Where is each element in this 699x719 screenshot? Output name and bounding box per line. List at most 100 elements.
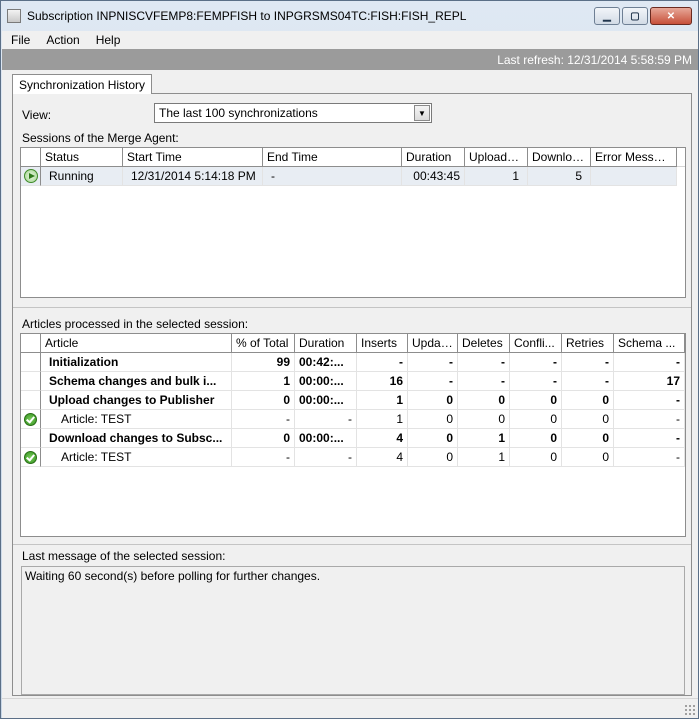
col-article[interactable]: Article — [41, 334, 232, 353]
article-updates: 0 — [408, 391, 458, 410]
col-conflicts[interactable]: Confli... — [510, 334, 562, 353]
article-conflicts: 0 — [510, 391, 562, 410]
session-duration: 00:43:45 — [402, 167, 465, 186]
article-deletes: 0 — [458, 391, 510, 410]
view-label: View: — [22, 108, 52, 122]
col-uploaded[interactable]: Uploade... — [465, 148, 528, 167]
splitter-bottom[interactable] — [13, 544, 691, 548]
col-inserts[interactable]: Inserts — [357, 334, 408, 353]
last-refresh-bar: Last refresh: 12/31/2014 5:58:59 PM — [2, 49, 698, 70]
article-row[interactable]: Article: TEST - - 4 0 1 0 0 - — [21, 448, 685, 467]
article-deletes: 1 — [458, 429, 510, 448]
session-end-time: - — [263, 167, 402, 186]
article-schema: - — [614, 391, 685, 410]
col-retries[interactable]: Retries — [562, 334, 614, 353]
status-bar — [2, 698, 698, 718]
tab-synchronization-history[interactable]: Synchronization History — [12, 74, 153, 94]
session-status: Running — [41, 167, 123, 186]
last-message-label: Last message of the selected session: — [22, 549, 226, 563]
maximize-icon: ▢ — [630, 10, 640, 22]
synchronization-history-panel: View: The last 100 synchronizations ▼ Se… — [12, 93, 692, 696]
article-conflicts: 0 — [510, 448, 562, 467]
article-retries: 0 — [562, 429, 614, 448]
article-updates: 0 — [408, 410, 458, 429]
article-pct: 0 — [232, 391, 295, 410]
article-conflicts: - — [510, 372, 562, 391]
article-row[interactable]: Article: TEST - - 1 0 0 0 0 - — [21, 410, 685, 429]
menu-help[interactable]: Help — [88, 33, 129, 47]
article-name: Download changes to Subsc... — [41, 429, 232, 448]
col-downloaded[interactable]: Downloa... — [528, 148, 591, 167]
window-title: Subscription INPNISCVFEMP8:FEMPFISH to I… — [27, 9, 467, 23]
article-row[interactable]: Schema changes and bulk i... 1 00:00:...… — [21, 372, 685, 391]
article-updates: 0 — [408, 448, 458, 467]
dropdown-arrow-icon[interactable]: ▼ — [414, 105, 430, 121]
article-schema: - — [614, 448, 685, 467]
col-error-message[interactable]: Error Message — [591, 148, 677, 167]
client-area: Synchronization History View: The last 1… — [2, 70, 698, 718]
menu-file[interactable]: File — [2, 33, 38, 47]
article-deletes: - — [458, 353, 510, 372]
article-updates: - — [408, 372, 458, 391]
splitter-top[interactable] — [13, 307, 691, 311]
sessions-label: Sessions of the Merge Agent: — [22, 131, 179, 145]
article-pct: 1 — [232, 372, 295, 391]
article-duration: 00:00:... — [295, 391, 357, 410]
article-inserts: 4 — [357, 448, 408, 467]
article-conflicts: - — [510, 353, 562, 372]
article-name: Schema changes and bulk i... — [41, 372, 232, 391]
article-conflicts: 0 — [510, 429, 562, 448]
article-inserts: 4 — [357, 429, 408, 448]
maximize-button[interactable]: ▢ — [622, 7, 648, 25]
menu-bar: File Action Help — [2, 31, 698, 49]
article-schema: - — [614, 353, 685, 372]
articles-grid[interactable]: Article % of Total Duration Inserts Upda… — [20, 333, 686, 537]
article-name: Article: TEST — [41, 448, 232, 467]
session-downloaded: 5 — [528, 167, 591, 186]
sessions-grid-header: Status Start Time End Time Duration Uplo… — [21, 148, 685, 167]
col-deletes[interactable]: Deletes — [458, 334, 510, 353]
article-updates: 0 — [408, 429, 458, 448]
col-duration[interactable]: Duration — [402, 148, 465, 167]
article-deletes: 0 — [458, 410, 510, 429]
col-pct-of-total[interactable]: % of Total — [232, 334, 295, 353]
session-row[interactable]: Running 12/31/2014 5:14:18 PM - 00:43:45… — [21, 167, 685, 186]
resize-grip-icon[interactable] — [684, 704, 695, 715]
article-retries: - — [562, 372, 614, 391]
title-bar[interactable]: Subscription INPNISCVFEMP8:FEMPFISH to I… — [1, 1, 698, 31]
article-duration: - — [295, 448, 357, 467]
minimize-button[interactable]: ▁ — [594, 7, 620, 25]
col-start-time[interactable]: Start Time — [123, 148, 263, 167]
article-row[interactable]: Download changes to Subsc... 0 00:00:...… — [21, 429, 685, 448]
article-deletes: 1 — [458, 448, 510, 467]
article-pct: 99 — [232, 353, 295, 372]
article-schema: - — [614, 410, 685, 429]
success-check-icon — [24, 412, 37, 426]
view-selected-value: The last 100 synchronizations — [159, 106, 318, 120]
col-end-time[interactable]: End Time — [263, 148, 402, 167]
article-conflicts: 0 — [510, 410, 562, 429]
article-row[interactable]: Initialization 99 00:42:... - - - - - - — [21, 353, 685, 372]
last-message-box[interactable]: Waiting 60 second(s) before polling for … — [21, 566, 685, 695]
article-pct: - — [232, 410, 295, 429]
close-button[interactable]: ✕ — [650, 7, 692, 25]
col-art-duration[interactable]: Duration — [295, 334, 357, 353]
article-name: Upload changes to Publisher — [41, 391, 232, 410]
menu-action[interactable]: Action — [38, 33, 87, 47]
article-inserts: 1 — [357, 391, 408, 410]
col-status[interactable]: Status — [41, 148, 123, 167]
article-pct: 0 — [232, 429, 295, 448]
success-check-icon — [24, 450, 37, 464]
view-dropdown[interactable]: The last 100 synchronizations ▼ — [154, 103, 432, 123]
col-updates[interactable]: Updat... — [408, 334, 458, 353]
articles-corner-header — [21, 334, 41, 353]
col-schema[interactable]: Schema ... — [614, 334, 685, 353]
article-pct: - — [232, 448, 295, 467]
sessions-grid[interactable]: Status Start Time End Time Duration Uplo… — [20, 147, 686, 298]
tab-label: Synchronization History — [19, 77, 146, 92]
close-icon: ✕ — [666, 10, 676, 22]
article-duration: - — [295, 410, 357, 429]
article-row[interactable]: Upload changes to Publisher 0 00:00:... … — [21, 391, 685, 410]
article-name: Article: TEST — [41, 410, 232, 429]
article-inserts: 1 — [357, 410, 408, 429]
